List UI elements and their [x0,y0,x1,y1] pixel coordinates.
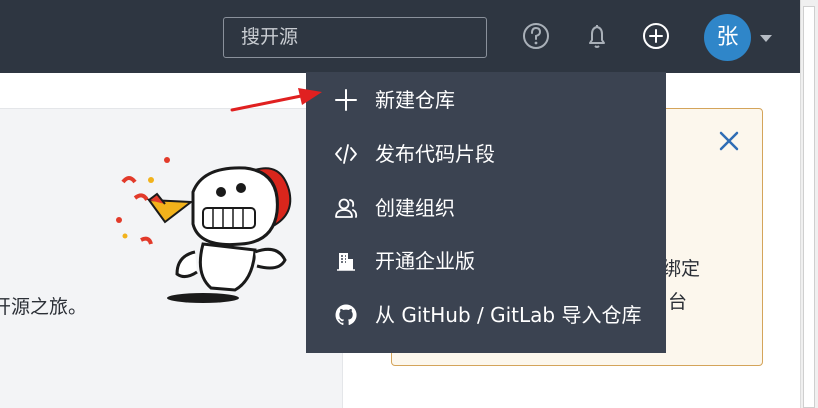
menu-item-create-org[interactable]: 创建组织 [306,184,666,232]
help-icon[interactable] [521,21,551,51]
bell-icon[interactable] [582,21,612,51]
red-arrow-annotation [230,88,322,112]
search-input[interactable]: 搜开源 [223,17,487,58]
github-icon [335,304,357,325]
chevron-down-icon[interactable] [760,35,772,42]
close-icon[interactable] [716,128,742,154]
building-icon [337,253,355,271]
notice-text-line-2: 台 [668,291,688,313]
notice-text-line-1: 绑定 [662,258,701,280]
plus-icon [335,89,357,111]
welcome-text: 开源之旅。 [0,296,88,318]
menu-item-publish-snippet[interactable]: 发布代码片段 [306,130,666,178]
users-icon [335,198,358,218]
create-dropdown-menu: 新建仓库 发布代码片段 创建组织 开通企业版 从 GitHub / GitLab… [306,72,666,353]
mascot-illustration [116,157,292,303]
menu-item-enterprise[interactable]: 开通企业版 [306,237,666,285]
menu-item-label: 从 GitHub / GitLab 导入仓库 [375,303,642,327]
menu-item-label: 开通企业版 [375,249,475,273]
menu-item-import-repo[interactable]: 从 GitHub / GitLab 导入仓库 [306,291,666,339]
code-icon [335,144,357,164]
menu-item-label: 新建仓库 [375,88,455,112]
scrollbar-thumb[interactable] [803,6,815,408]
menu-item-label: 发布代码片段 [375,142,495,166]
menu-item-new-repo[interactable]: 新建仓库 [306,76,666,124]
plus-circle-icon[interactable] [641,21,671,51]
avatar[interactable]: 张 [704,14,751,61]
menu-item-label: 创建组织 [375,196,455,220]
